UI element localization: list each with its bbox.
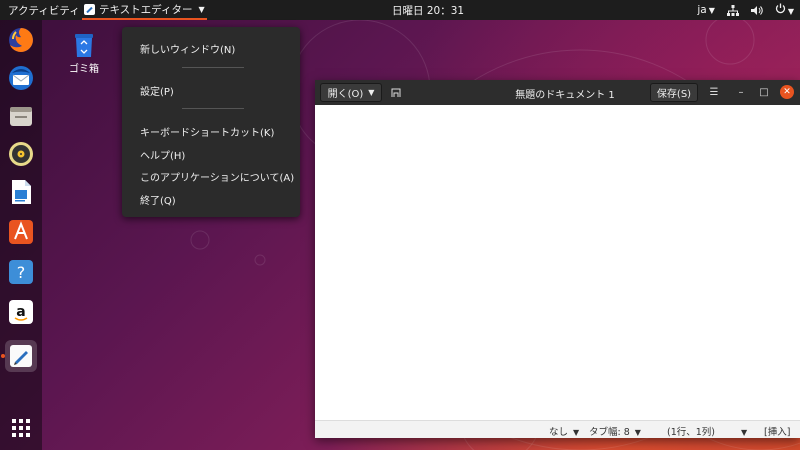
app-menu-button[interactable]: テキストエディター ▼ — [82, 0, 207, 20]
cursor-position-selector[interactable]: (1行、1列) ▼ — [667, 424, 747, 438]
chevron-down-icon: ▼ — [741, 428, 748, 437]
tab-width-selector[interactable]: タブ幅: 8 ▼ — [589, 424, 641, 438]
menu-item-preferences[interactable]: 設定(P) — [140, 83, 174, 98]
open-button-label: 開く(O) — [327, 89, 364, 100]
activities-button[interactable]: アクティビティ — [8, 3, 80, 18]
close-button[interactable]: ✕ — [780, 85, 794, 99]
input-method-button[interactable]: ja ▼ — [697, 4, 715, 16]
dock-amazon[interactable]: a — [5, 296, 37, 328]
app-menu-label: テキストエディター — [99, 3, 193, 16]
text-area[interactable] — [315, 105, 800, 420]
menu-item-about[interactable]: このアプリケーションについて(A) — [140, 169, 294, 184]
dock-thunderbird[interactable] — [5, 62, 37, 94]
menu-item-help[interactable]: ヘルプ(H) — [140, 147, 185, 162]
dock-help[interactable]: ? — [5, 256, 37, 288]
chevron-down-icon: ▼ — [708, 6, 715, 15]
minimize-icon: – — [738, 86, 744, 98]
minimize-button[interactable]: – — [734, 85, 748, 99]
svg-text:a: a — [16, 304, 25, 320]
open-button[interactable]: 開く(O) ▼ — [320, 83, 382, 102]
help-icon: ? — [9, 260, 33, 284]
input-method-label: ja — [697, 4, 707, 16]
power-icon — [775, 3, 785, 14]
language-selector[interactable]: なし ▼ — [549, 424, 579, 438]
trash-label: ゴミ箱 — [69, 64, 99, 75]
maximize-button[interactable]: □ — [757, 85, 771, 99]
top-panel: アクティビティ テキストエディター ▼ 日曜日 20：31 ja ▼ ▼ — [0, 0, 800, 20]
dock-rhythmbox[interactable] — [5, 138, 37, 170]
libreoffice-writer-icon — [12, 180, 31, 204]
app-menu-popup: 新しいウィンドウ(N) 設定(P) キーボードショートカット(K) ヘルプ(H)… — [122, 27, 300, 217]
save-button-label: 保存(S) — [656, 89, 692, 100]
header-bar: 開く(O) ▼ 無題のドキュメント 1 保存(S) ☰ – □ ✕ — [315, 80, 800, 105]
system-menu-button[interactable]: ▼ — [775, 3, 794, 17]
chevron-down-icon: ▼ — [573, 428, 580, 437]
cursor-position-label: (1行、1列) — [667, 427, 716, 438]
maximize-icon: □ — [759, 86, 769, 98]
volume-icon[interactable] — [750, 5, 763, 16]
chevron-down-icon: ▼ — [634, 428, 641, 437]
dock-files[interactable] — [5, 100, 37, 132]
document-title: 無題のドキュメント 1 — [515, 90, 615, 101]
network-icon[interactable] — [726, 4, 739, 16]
show-applications-button[interactable] — [5, 412, 37, 444]
new-document-icon — [391, 88, 401, 97]
trash-icon — [75, 34, 93, 57]
tab-width-label: タブ幅: 8 — [589, 427, 630, 438]
thunderbird-icon — [9, 66, 33, 90]
save-button[interactable]: 保存(S) — [650, 83, 698, 102]
dock-firefox[interactable] — [5, 24, 37, 56]
insert-mode-label: [挿入] — [764, 427, 791, 438]
chevron-down-icon: ▼ — [787, 7, 794, 16]
show-apps-icon — [12, 419, 30, 437]
menu-item-new-window[interactable]: 新しいウィンドウ(N) — [140, 41, 235, 56]
text-editor-icon — [84, 3, 95, 15]
status-bar: なし ▼ タブ幅: 8 ▼ (1行、1列) ▼ [挿入] — [315, 420, 800, 438]
menu-item-quit[interactable]: 終了(Q) — [140, 192, 176, 207]
menu-separator — [182, 108, 244, 109]
text-editor-window: 開く(O) ▼ 無題のドキュメント 1 保存(S) ☰ – □ ✕ なし ▼ タ… — [315, 80, 800, 438]
hamburger-menu-button[interactable]: ☰ — [707, 85, 721, 99]
menu-separator — [182, 67, 244, 68]
svg-text:?: ? — [17, 263, 26, 282]
firefox-icon — [9, 28, 33, 52]
dock-text-editor[interactable] — [5, 340, 37, 372]
system-tray: ja ▼ ▼ — [697, 0, 794, 20]
ubuntu-software-icon — [9, 220, 33, 244]
files-icon — [10, 107, 32, 126]
dock: ? a — [0, 20, 42, 450]
text-editor-icon — [10, 345, 32, 367]
language-label: なし — [549, 427, 569, 438]
dock-software[interactable] — [5, 216, 37, 248]
hamburger-icon: ☰ — [709, 86, 719, 98]
chevron-down-icon: ▼ — [198, 4, 205, 14]
close-icon: ✕ — [783, 87, 791, 97]
desktop-trash[interactable]: ゴミ箱 — [64, 30, 104, 75]
amazon-icon: a — [9, 300, 33, 324]
new-tab-button[interactable] — [387, 83, 405, 102]
chevron-down-icon: ▼ — [368, 88, 375, 97]
dock-writer[interactable] — [5, 176, 37, 208]
running-indicator — [1, 354, 5, 358]
menu-item-keyboard-shortcuts[interactable]: キーボードショートカット(K) — [140, 124, 274, 139]
clock[interactable]: 日曜日 20：31 — [392, 3, 464, 18]
rhythmbox-icon — [9, 142, 33, 166]
